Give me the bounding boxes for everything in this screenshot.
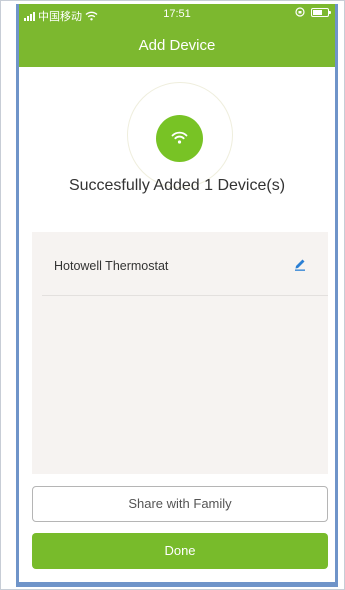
phone-screen: 中国移动 17:51 Add Device Succesfully Added … bbox=[16, 4, 338, 587]
wifi-icon bbox=[156, 115, 203, 162]
battery-icon bbox=[311, 7, 331, 17]
device-list: Hotowell Thermostat bbox=[32, 232, 328, 474]
done-button[interactable]: Done bbox=[32, 533, 328, 569]
status-time: 17:51 bbox=[163, 8, 191, 20]
orientation-lock-icon bbox=[295, 7, 305, 17]
screenshot-frame: 中国移动 17:51 Add Device Succesfully Added … bbox=[0, 0, 345, 590]
success-panel: Succesfully Added 1 Device(s) bbox=[19, 67, 335, 217]
list-item: Hotowell Thermostat bbox=[42, 232, 328, 296]
device-name: Hotowell Thermostat bbox=[54, 259, 169, 273]
success-message: Succesfully Added 1 Device(s) bbox=[68, 177, 286, 194]
status-right bbox=[295, 7, 331, 17]
page-title: Add Device bbox=[138, 37, 216, 54]
nav-bar: Add Device bbox=[19, 24, 335, 67]
edit-icon[interactable] bbox=[292, 255, 308, 271]
status-bar: 中国移动 17:51 bbox=[19, 4, 335, 24]
share-with-family-button[interactable]: Share with Family bbox=[32, 486, 328, 522]
